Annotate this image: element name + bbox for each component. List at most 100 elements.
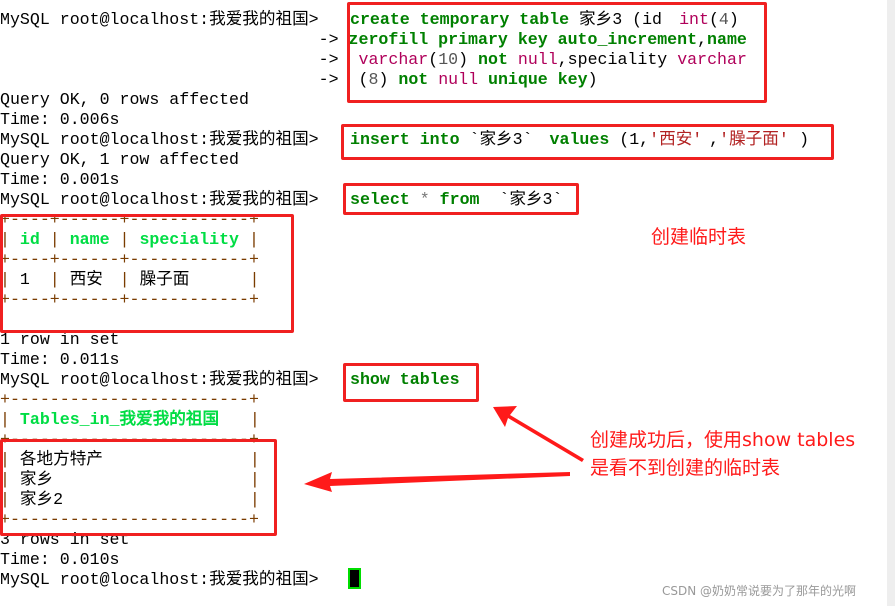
terminal-segment: | — [0, 270, 20, 289]
terminal-segment — [478, 70, 488, 89]
terminal-segment: `家乡3` — [479, 190, 563, 209]
terminal-segment: ( — [358, 70, 369, 89]
terminal-line: MySQL root@localhost:我爱我的祖国> show tables — [0, 370, 809, 390]
terminal-segment: unique key — [488, 70, 588, 89]
show-tables-note-line1: 创建成功后，使用show tables — [590, 429, 856, 451]
terminal-segment: MySQL root@localhost:我爱我的祖国> — [0, 190, 329, 209]
terminal-segment: varchar — [677, 50, 747, 69]
terminal-line: +----+------+------------+ — [0, 250, 809, 270]
scrollbar[interactable] — [887, 0, 895, 606]
terminal-line: Time: 0.001s — [0, 170, 809, 190]
terminal-line: 3 rows in set — [0, 530, 809, 550]
terminal-segment: | — [239, 450, 260, 469]
terminal-segment: MySQL root@localhost:我爱我的祖国> — [0, 130, 329, 149]
terminal-segment: Time: 0.001s — [0, 170, 120, 189]
terminal-segment: -> — [318, 30, 349, 49]
terminal-segment: varchar — [358, 50, 429, 69]
terminal-segment: (1, — [609, 130, 650, 149]
terminal-segment: | — [0, 450, 20, 469]
terminal-segment: Time: 0.006s — [0, 110, 120, 129]
terminal-line: Time: 0.010s — [0, 550, 809, 570]
terminal-segment: +----+------+------------+ — [0, 250, 259, 269]
terminal-segment: not — [398, 70, 429, 89]
terminal-segment: 臊子面 — [139, 270, 230, 289]
terminal-segment: name — [707, 30, 747, 49]
terminal-segment: ( — [428, 50, 439, 69]
terminal-segment: 1 row in set — [0, 330, 120, 349]
terminal-line: -> varchar(10) not null,speciality varch… — [0, 50, 809, 70]
terminal-segment: 10 — [438, 50, 459, 69]
terminal-line: +------------------------+ — [0, 510, 809, 530]
terminal-segment: -> — [318, 70, 359, 89]
terminal-segment: | — [0, 230, 20, 249]
terminal-segment — [410, 190, 420, 209]
terminal-segment: insert into — [350, 130, 460, 149]
terminal-line: MySQL root@localhost:我爱我的祖国> create temp… — [0, 10, 809, 30]
terminal-segment: '西安' — [649, 130, 703, 149]
terminal-segment — [508, 50, 518, 69]
terminal-segment: ( — [708, 10, 719, 29]
show-tables-note-line2: 是看不到创建的临时表 — [590, 457, 781, 479]
terminal-segment: name — [69, 230, 110, 249]
terminal-segment: +------------------------+ — [0, 390, 259, 409]
terminal-segment: Query OK, 0 rows affected — [0, 90, 249, 109]
terminal-line: Time: 0.011s — [0, 350, 809, 370]
terminal-segment: 4 — [718, 10, 729, 29]
terminal-segment: Tables_in_我爱我的祖国 — [19, 410, 220, 429]
terminal-segment: show tables — [350, 370, 460, 389]
terminal-segment: Time: 0.010s — [0, 550, 120, 569]
terminal-segment: 家乡2 — [19, 490, 233, 509]
terminal-segment: int — [679, 10, 709, 29]
terminal-segment: 3 rows in set — [0, 530, 130, 549]
terminal-output[interactable]: MySQL root@localhost:我爱我的祖国> create temp… — [0, 10, 809, 590]
terminal-segment: null — [517, 50, 558, 69]
terminal-segment: not — [478, 50, 508, 69]
terminal-segment: values — [549, 130, 610, 149]
terminal-segment: | — [239, 230, 259, 249]
terminal-line: MySQL root@localhost:我爱我的祖国> select * fr… — [0, 190, 809, 210]
terminal-segment: -> — [318, 50, 359, 69]
terminal-segment: speciality — [139, 230, 240, 249]
terminal-segment: 8 — [368, 70, 379, 89]
terminal-segment: create temporary table — [350, 10, 570, 29]
terminal-segment: `家乡3` — [459, 130, 543, 149]
terminal-segment: +------------------------+ — [0, 430, 259, 449]
terminal-segment: ) — [378, 70, 399, 89]
terminal-segment: | — [109, 270, 140, 289]
terminal-segment: 家乡 — [19, 470, 233, 489]
terminal-segment: | — [0, 470, 20, 489]
terminal-segment: ) — [587, 70, 598, 89]
terminal-segment: | — [109, 230, 140, 249]
terminal-line: | 家乡2 | — [0, 490, 809, 510]
terminal-line: MySQL root@localhost:我爱我的祖国> insert into… — [0, 130, 809, 150]
terminal-segment: from — [439, 190, 480, 209]
terminal-segment: null — [438, 70, 479, 89]
temp-table-note: 创建临时表 — [651, 226, 747, 248]
terminal-segment: 西安 — [69, 270, 103, 289]
terminal-segment: +----+------+------------+ — [0, 290, 259, 309]
terminal-line: Time: 0.006s — [0, 110, 809, 130]
terminal-line: | 1 | 西安 | 臊子面 | — [0, 270, 809, 290]
terminal-segment: 家乡3 (id — [569, 10, 672, 29]
terminal-segment: 各地方特产 — [19, 450, 223, 469]
terminal-segment: MySQL root@localhost:我爱我的祖国> — [0, 10, 329, 29]
terminal-segment: ) — [728, 10, 739, 29]
terminal-line: -> zerofill primary key auto_increment,n… — [0, 30, 809, 50]
terminal-line: Query OK, 1 row affected — [0, 150, 809, 170]
terminal-segment: | — [39, 230, 70, 249]
terminal-segment: * — [419, 190, 430, 209]
terminal-segment: zerofill primary key auto_increment — [348, 30, 698, 49]
terminal-segment: select — [350, 190, 410, 209]
terminal-segment: Time: 0.011s — [0, 350, 120, 369]
terminal-segment: , — [709, 130, 720, 149]
terminal-segment: | — [39, 270, 70, 289]
terminal-segment: Query OK, 1 row affected — [0, 150, 239, 169]
terminal-segment: +----+------+------------+ — [0, 210, 259, 229]
terminal-line: Query OK, 0 rows affected — [0, 90, 809, 110]
terminal-line: +----+------+------------+ — [0, 290, 809, 310]
terminal-segment — [0, 30, 319, 49]
terminal-segment: ) — [458, 50, 479, 69]
terminal-segment: | — [239, 410, 260, 429]
terminal-segment: | — [0, 410, 20, 429]
terminal-segment: +------------------------+ — [0, 510, 259, 529]
